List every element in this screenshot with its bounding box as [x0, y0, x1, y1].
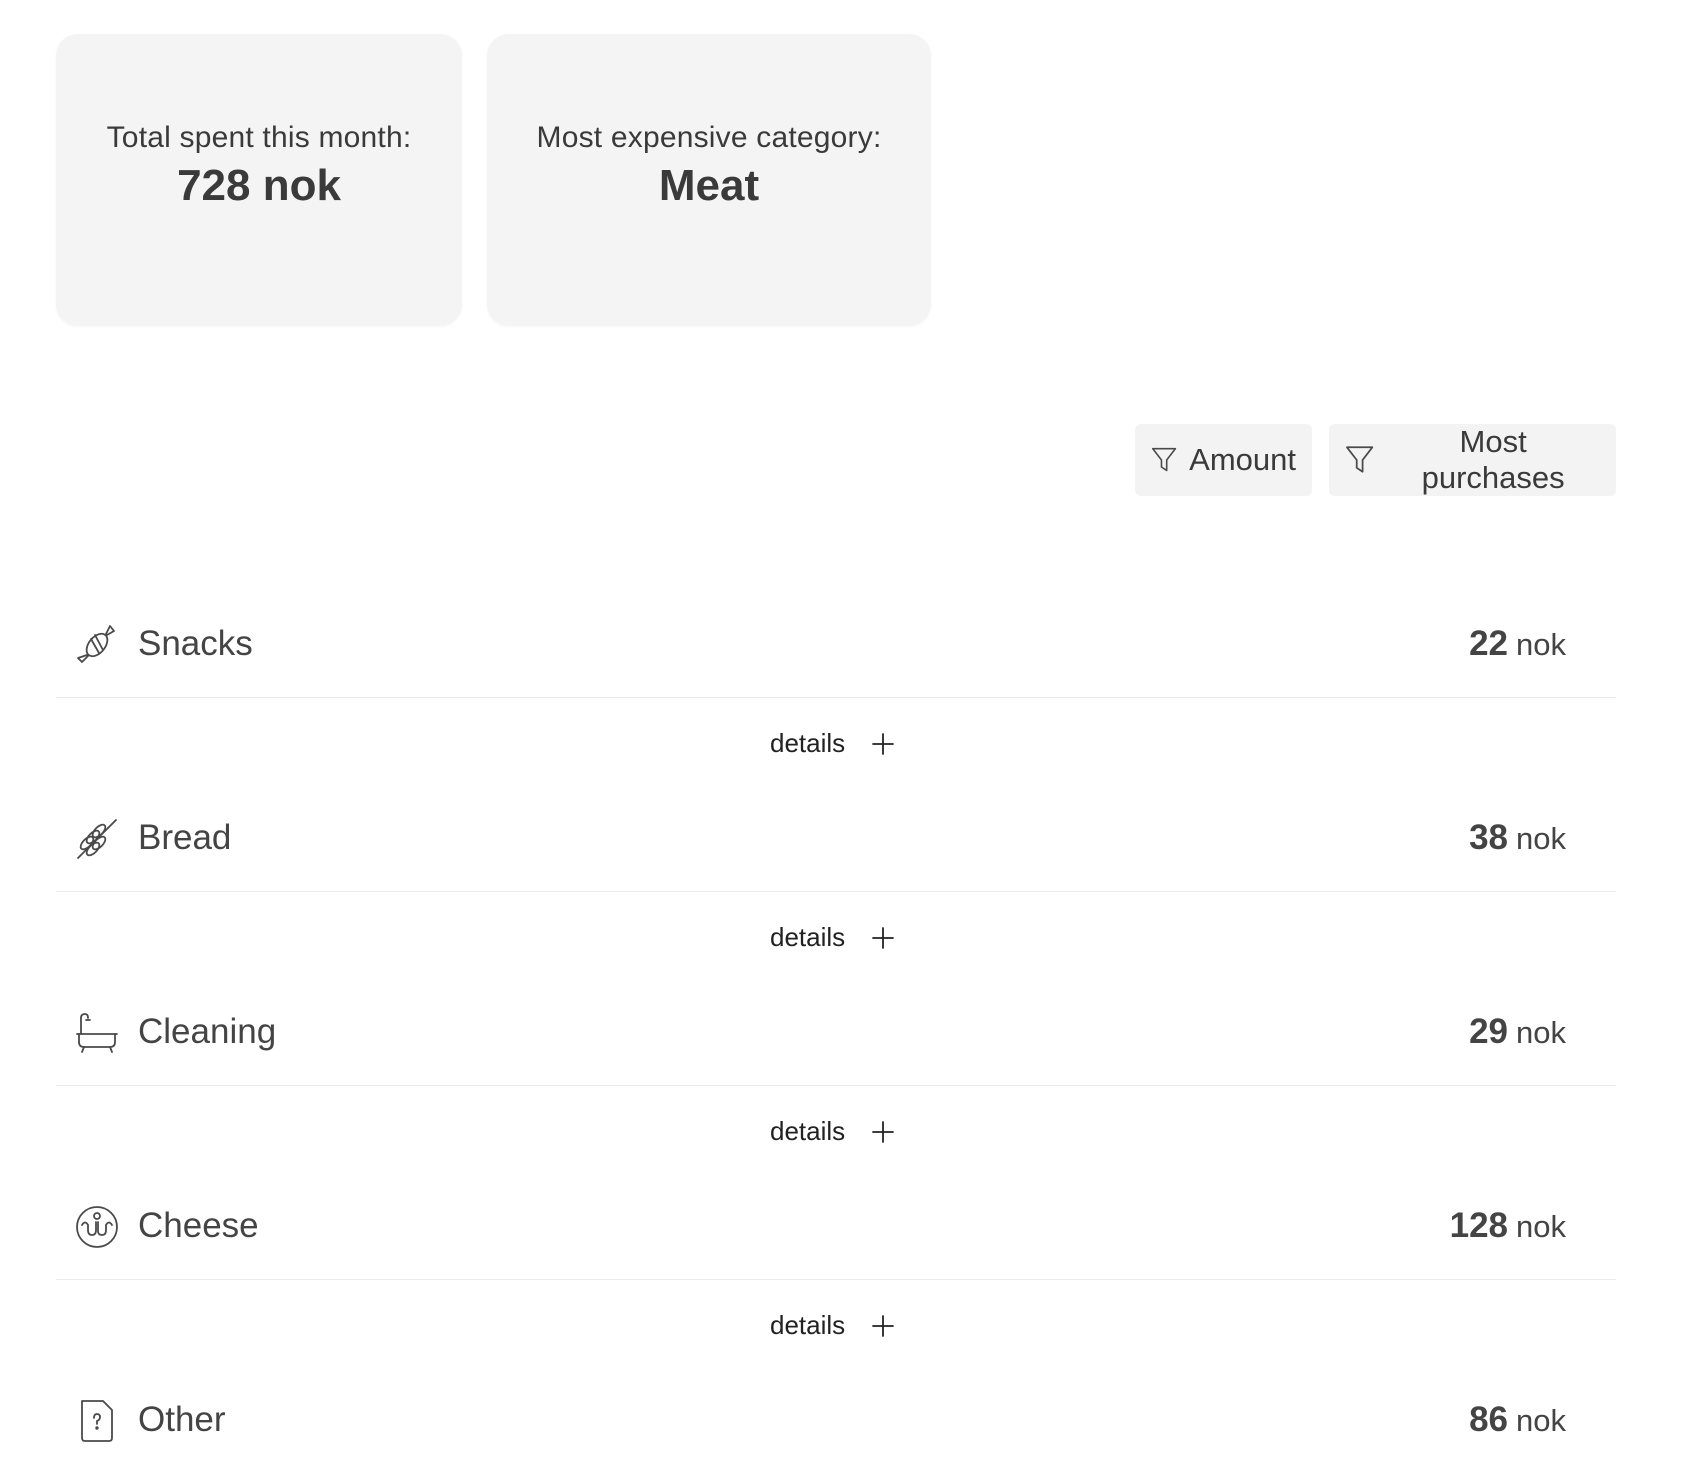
plus-icon	[872, 1120, 895, 1143]
most-expensive-card: Most expensive category: Meat	[487, 34, 931, 326]
filter-most-purchases-button[interactable]: Most purchases	[1329, 424, 1616, 496]
most-expensive-label: Most expensive category:	[536, 121, 882, 154]
unknown-file-icon	[81, 1400, 113, 1442]
bathtub-icon	[76, 1013, 118, 1053]
total-spent-value: 728 nok	[177, 161, 341, 210]
category-label: Cleaning	[138, 1012, 277, 1051]
details-label: details	[770, 1116, 846, 1146]
details-toggle[interactable]: details	[770, 1310, 895, 1341]
plus-icon	[872, 732, 895, 755]
amount-unit: nok	[1516, 1015, 1566, 1050]
details-toggle[interactable]: details	[770, 728, 895, 759]
category-row-cheese: Cheese 128 nok	[56, 1182, 1616, 1280]
most-expensive-value: Meat	[658, 161, 760, 210]
amount-unit: nok	[1516, 1403, 1566, 1438]
amount-value: 22	[1469, 624, 1509, 663]
amount-value: 128	[1449, 1206, 1509, 1245]
category-row-cleaning: Cleaning 29 nok	[56, 988, 1616, 1086]
details-label: details	[770, 922, 846, 952]
category-row-snacks: Snacks 22 nok	[56, 600, 1616, 698]
details-toggle[interactable]: details	[770, 922, 895, 953]
details-toggle[interactable]: details	[770, 1116, 895, 1147]
amount-value: 29	[1469, 1012, 1509, 1051]
category-amount: 128 nok	[1450, 1206, 1566, 1246]
total-spent-card: Total spent this month: 728 nok	[56, 34, 462, 326]
category-label: Other	[138, 1400, 226, 1439]
category-row-other: Other 86 nok	[56, 1376, 1616, 1474]
filter-amount-button[interactable]: Amount	[1135, 424, 1312, 496]
plus-icon	[872, 926, 895, 949]
plus-icon	[872, 1314, 895, 1337]
amount-value: 86	[1469, 1400, 1509, 1439]
filter-icon	[1346, 446, 1374, 473]
amount-unit: nok	[1516, 627, 1566, 662]
category-amount: 29 nok	[1469, 1012, 1566, 1052]
category-row-bread: Bread 38 nok	[56, 794, 1616, 892]
category-amount: 38 nok	[1469, 818, 1566, 858]
category-label: Bread	[138, 818, 232, 857]
details-label: details	[770, 728, 846, 758]
amount-unit: nok	[1516, 1209, 1566, 1244]
category-amount: 86 nok	[1469, 1400, 1566, 1440]
filter-most-purchases-label: Most purchases	[1421, 424, 1565, 495]
cheese-icon	[76, 1206, 118, 1248]
candy-icon	[77, 625, 115, 663]
filter-icon	[1151, 447, 1177, 472]
filter-amount-label: Amount	[1189, 442, 1296, 477]
amount-unit: nok	[1516, 821, 1566, 856]
wheat-icon	[77, 819, 117, 859]
category-label: Cheese	[138, 1206, 259, 1245]
category-amount: 22 nok	[1469, 624, 1566, 664]
total-spent-label: Total spent this month:	[106, 121, 412, 154]
details-label: details	[770, 1310, 846, 1340]
amount-value: 38	[1469, 818, 1509, 857]
category-label: Snacks	[138, 624, 253, 663]
